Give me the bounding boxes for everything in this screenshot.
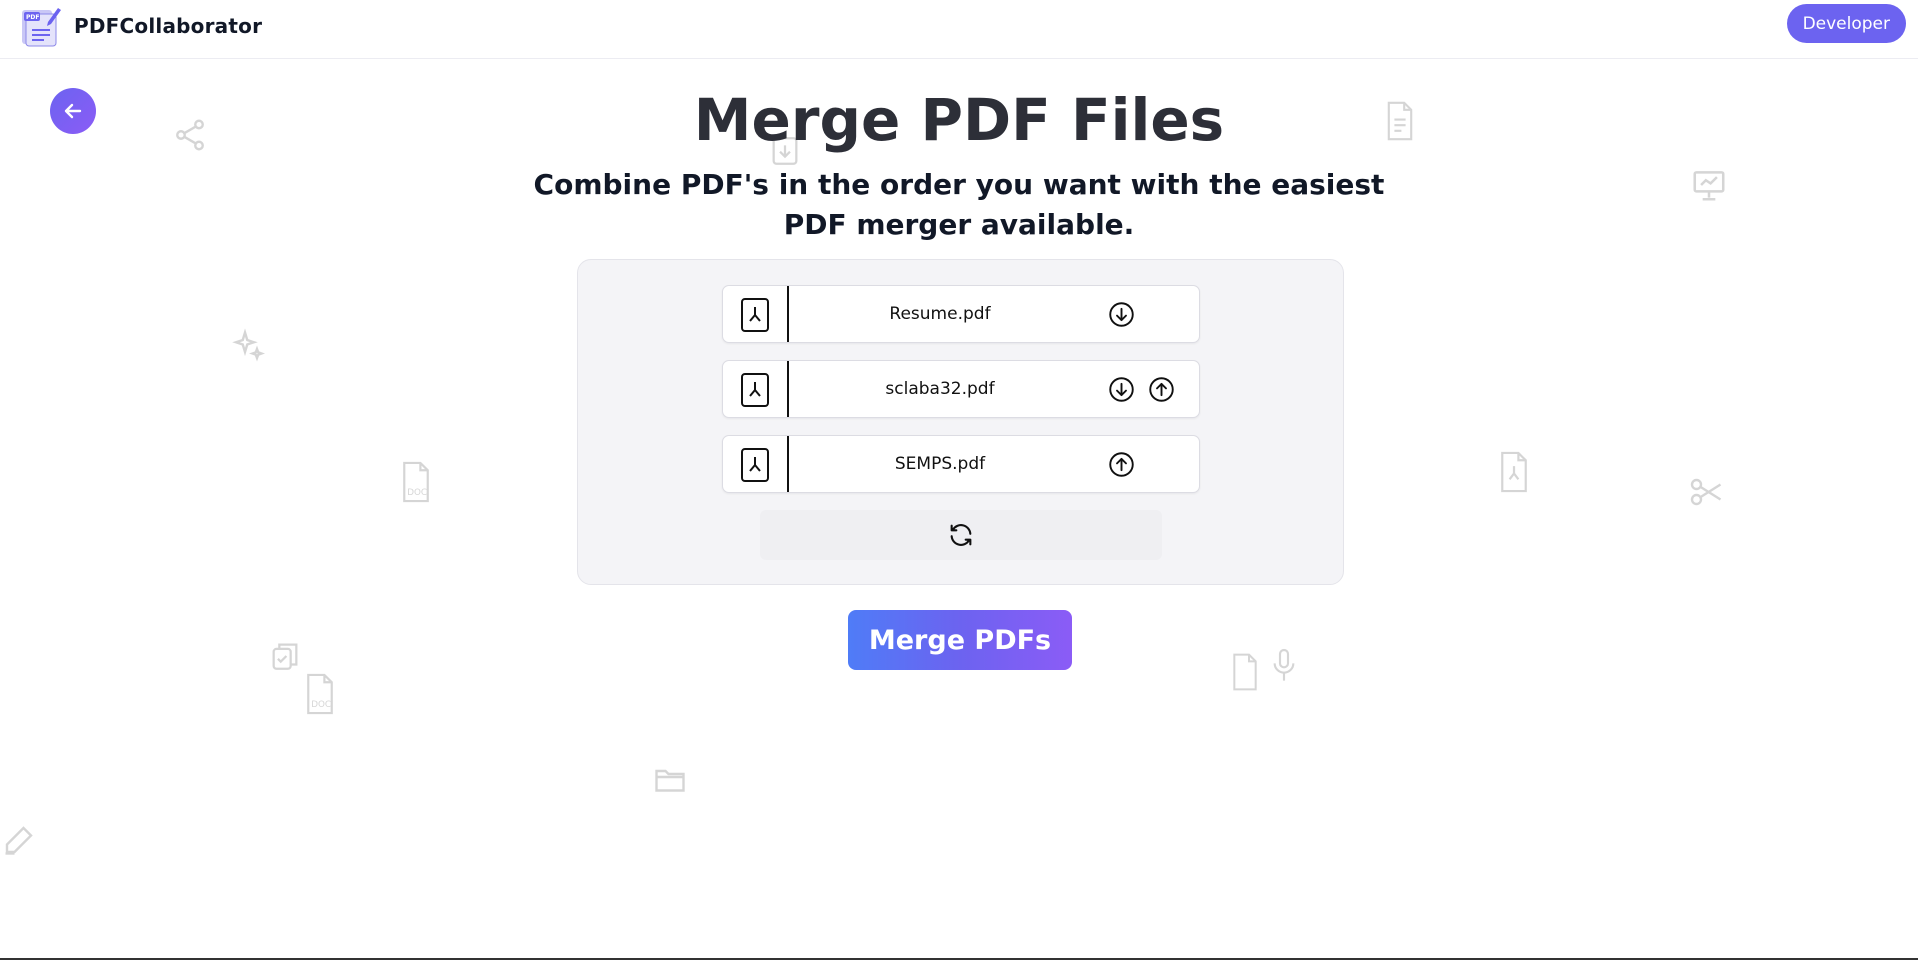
move-down-button[interactable] [1108,301,1135,328]
scissors-icon [1688,474,1726,510]
refresh-icon [950,524,972,546]
page-title: Merge PDF Files [693,86,1225,154]
arrow-up-circle-icon [1149,377,1174,402]
move-up-button[interactable] [1148,376,1175,403]
app-name: PDFCollaborator [74,14,263,38]
folder-icon [650,762,690,798]
merge-pdfs-button[interactable]: Merge PDFs [848,610,1072,670]
file-list-card: Resume.pdf sclaba32.pdf SEMPS.pdf [577,259,1344,585]
move-down-button[interactable] [1108,376,1135,403]
arrow-up-circle-icon [1109,452,1134,477]
move-up-button[interactable] [1108,451,1135,478]
svg-text:PDF: PDF [26,14,39,21]
microphone-icon [1268,646,1300,686]
edit-icon [0,822,38,858]
arrow-down-circle-icon [1109,302,1134,327]
file-name: sclaba32.pdf [885,379,995,399]
presentation-icon [1690,166,1728,204]
file-name: SEMPS.pdf [894,454,986,474]
page: DOCX DOC DOC [0,0,1918,960]
refresh-button[interactable] [760,510,1162,560]
pdf-file-icon [1496,450,1532,494]
doc-file-icon: DOC [302,672,338,716]
arrow-down-circle-icon [1109,377,1134,402]
file-row[interactable]: Resume.pdf [722,285,1200,343]
developer-button[interactable]: Developer [1786,4,1906,43]
file-row[interactable]: sclaba32.pdf [722,360,1200,418]
back-button[interactable] [50,88,96,134]
top-header: PDF PDFCollaborator Developer [0,0,1918,59]
file-name: Resume.pdf [889,304,991,324]
file-icon [1228,652,1262,692]
file-row[interactable]: SEMPS.pdf [722,435,1200,493]
pdf-file-icon [741,298,769,332]
svg-text:DOC: DOC [407,488,427,498]
arrow-left-icon [64,103,82,119]
brand[interactable]: PDF PDFCollaborator [18,4,262,48]
doc-file-icon: DOC [398,460,434,504]
copy-check-icon [268,638,302,674]
pdf-file-icon [741,448,769,482]
page-subtitle: Combine PDF's in the order you want with… [533,168,1385,241]
pdf-file-icon [741,373,769,407]
svg-text:DOC: DOC [311,700,331,710]
sparkle-icon [230,328,266,364]
pdf-logo-icon: PDF [22,8,61,47]
